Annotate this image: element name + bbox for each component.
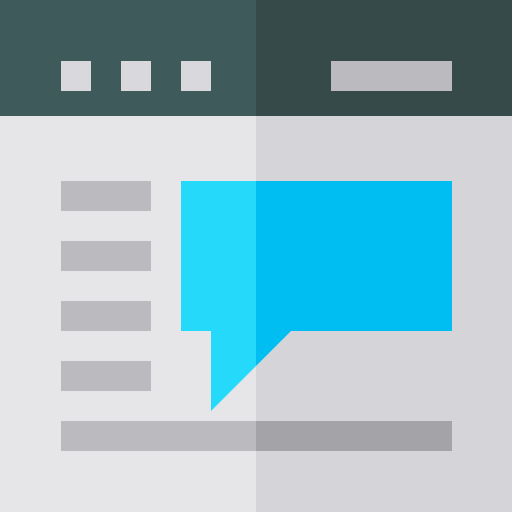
bottom-bar-right <box>256 421 452 451</box>
title-bar-right <box>256 0 512 116</box>
text-line <box>61 301 151 331</box>
browser-chat-window-icon <box>0 0 512 512</box>
address-bar <box>331 61 452 91</box>
text-line <box>61 361 151 391</box>
browser-window-graphic <box>0 0 512 512</box>
window-dot-icon <box>121 61 151 91</box>
text-line <box>61 241 151 271</box>
title-bar-left <box>0 0 256 116</box>
window-dot-icon <box>181 61 211 91</box>
text-line <box>61 181 151 211</box>
bottom-bar-left <box>61 421 256 451</box>
window-dot-icon <box>61 61 91 91</box>
